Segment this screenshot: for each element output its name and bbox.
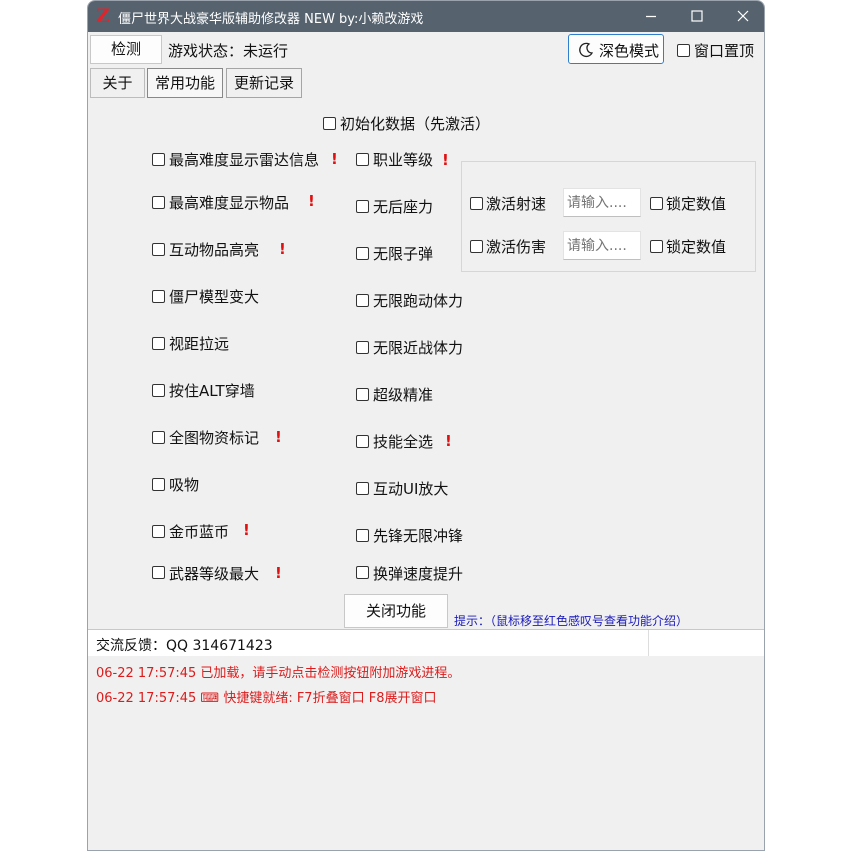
option-checkbox[interactable] <box>152 337 165 350</box>
option-label: 无限近战体力 <box>373 339 464 357</box>
warning-icon[interactable]: ! <box>445 432 452 450</box>
fire-rate-label: 激活射速 <box>486 195 547 213</box>
log-line: 06-22 17:57:45 已加载，请手动点击检测按钮附加游戏进程。 <box>96 666 461 681</box>
option-label: 最高难度显示物品 <box>169 194 290 212</box>
option-checkbox[interactable] <box>152 153 165 166</box>
option-checkbox[interactable] <box>152 196 165 209</box>
option-checkbox[interactable] <box>356 153 369 166</box>
minimize-button[interactable] <box>628 1 674 32</box>
option-label: 无限子弹 <box>373 245 434 263</box>
warning-icon[interactable]: ! <box>243 521 250 539</box>
pin-window-checkbox[interactable] <box>677 44 690 57</box>
tab-update-log[interactable]: 更新记录 <box>226 68 302 98</box>
app-icon: Z <box>96 5 110 27</box>
warning-icon[interactable]: ! <box>275 564 282 582</box>
option-label: 无后座力 <box>373 198 434 216</box>
damage-lock-label: 锁定数值 <box>666 238 727 256</box>
option-label: 无限跑动体力 <box>373 292 464 310</box>
option-checkbox[interactable] <box>356 294 369 307</box>
option-label: 超级精准 <box>373 386 434 404</box>
option-checkbox[interactable] <box>356 529 369 542</box>
maximize-icon <box>691 10 703 22</box>
option-checkbox[interactable] <box>356 435 369 448</box>
option-label: 最高难度显示雷达信息 <box>169 151 320 169</box>
option-checkbox[interactable] <box>356 247 369 260</box>
damage-checkbox[interactable] <box>470 240 483 253</box>
close-features-button[interactable]: 关闭功能 <box>344 594 448 628</box>
warning-icon[interactable]: ! <box>275 428 282 446</box>
option-label: 按住ALT穿墙 <box>169 382 255 400</box>
minimize-icon <box>646 15 656 18</box>
option-label: 全图物资标记 <box>169 429 260 447</box>
dark-mode-button[interactable]: 深色模式 <box>568 34 664 64</box>
window-title: 僵尸世界大战豪华版辅助修改器 NEW by:小赖改游戏 <box>118 12 424 27</box>
warning-icon[interactable]: ! <box>442 151 449 169</box>
init-data-label: 初始化数据（先激活） <box>340 115 491 133</box>
warning-icon[interactable]: ! <box>331 150 338 168</box>
damage-lock-checkbox[interactable] <box>650 240 663 253</box>
tab-common-features[interactable]: 常用功能 <box>147 68 223 98</box>
warning-icon[interactable]: ! <box>279 240 286 258</box>
option-label: 金币蓝币 <box>169 523 230 541</box>
option-label: 僵尸模型变大 <box>169 288 260 306</box>
option-label: 互动物品高亮 <box>169 241 260 259</box>
option-label: 换弹速度提升 <box>373 565 464 583</box>
warning-icon[interactable]: ! <box>308 192 315 210</box>
option-checkbox[interactable] <box>356 200 369 213</box>
title-bar[interactable]: Z 僵尸世界大战豪华版辅助修改器 NEW by:小赖改游戏 <box>88 1 764 32</box>
main-window: Z 僵尸世界大战豪华版辅助修改器 NEW by:小赖改游戏 检测 游戏状态：未运… <box>87 0 765 851</box>
game-status: 游戏状态：未运行 <box>168 42 289 60</box>
option-label: 武器等级最大 <box>169 565 260 583</box>
hint-text: 提示：（鼠标移至红色感叹号查看功能介绍） <box>454 614 689 628</box>
close-icon <box>737 10 749 22</box>
option-label: 互动UI放大 <box>373 480 449 498</box>
option-label: 职业等级 <box>373 151 434 169</box>
dark-mode-label: 深色模式 <box>599 42 660 60</box>
option-checkbox[interactable] <box>152 384 165 397</box>
option-checkbox[interactable] <box>152 525 165 538</box>
option-checkbox[interactable] <box>152 243 165 256</box>
option-checkbox[interactable] <box>152 290 165 303</box>
option-checkbox[interactable] <box>356 482 369 495</box>
pin-window-label: 窗口置顶 <box>694 42 755 60</box>
damage-input[interactable] <box>563 231 641 260</box>
fire-rate-lock-label: 锁定数值 <box>666 195 727 213</box>
maximize-button[interactable] <box>674 1 720 32</box>
option-checkbox[interactable] <box>152 478 165 491</box>
option-label: 先锋无限冲锋 <box>373 527 464 545</box>
feedback-bar-right <box>649 630 764 656</box>
init-data-checkbox[interactable] <box>323 117 336 130</box>
damage-label: 激活伤害 <box>486 238 547 256</box>
tab-about[interactable]: 关于 <box>90 68 145 98</box>
option-checkbox[interactable] <box>356 566 369 579</box>
fire-rate-input[interactable] <box>563 188 641 217</box>
option-checkbox[interactable] <box>152 431 165 444</box>
option-checkbox[interactable] <box>152 566 165 579</box>
feedback-text: 交流反馈：QQ 314671423 <box>96 638 273 654</box>
fire-rate-checkbox[interactable] <box>470 197 483 210</box>
log-panel: 交流反馈：QQ 314671423 06-22 17:57:45 已加载，请手动… <box>88 629 764 850</box>
log-line: 06-22 17:57:45 ⌨ 快捷键就绪: F7折叠窗口 F8展开窗口 <box>96 691 437 706</box>
close-window-button[interactable] <box>720 1 764 32</box>
moon-icon <box>579 42 594 57</box>
option-label: 技能全选 <box>373 433 434 451</box>
detect-button[interactable]: 检测 <box>90 35 162 64</box>
fire-rate-lock-checkbox[interactable] <box>650 197 663 210</box>
option-label: 吸物 <box>169 476 200 494</box>
option-label: 视距拉远 <box>169 335 230 353</box>
option-checkbox[interactable] <box>356 341 369 354</box>
option-checkbox[interactable] <box>356 388 369 401</box>
